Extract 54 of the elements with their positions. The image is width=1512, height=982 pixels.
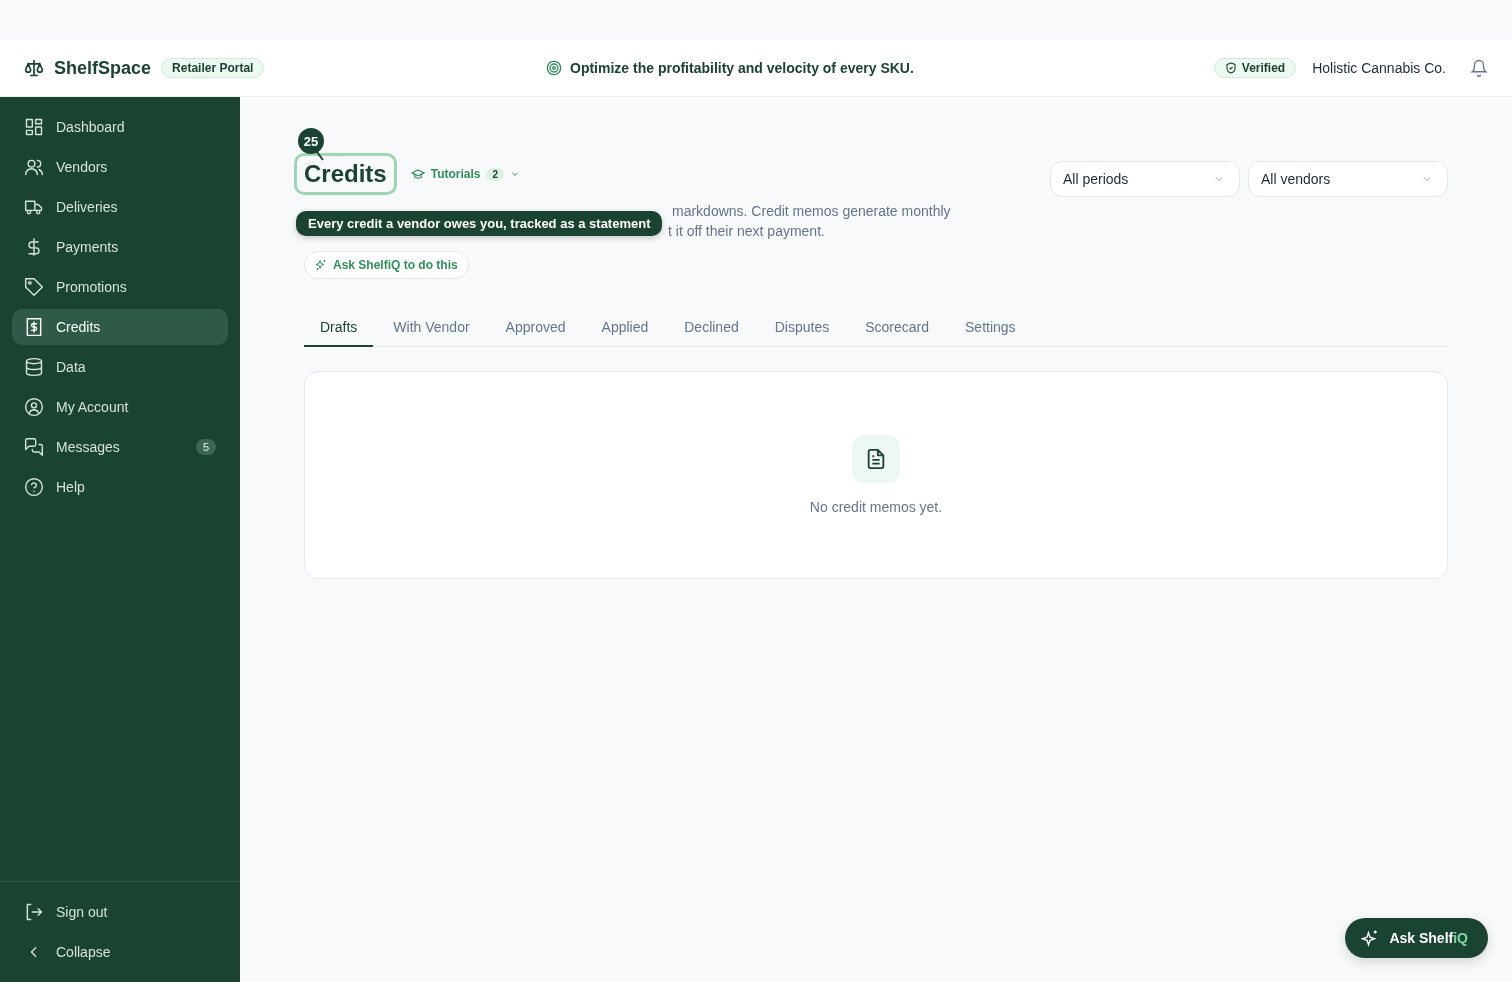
sidebar-item[interactable]: Data xyxy=(12,349,228,385)
sidebar-item[interactable]: Vendors xyxy=(12,149,228,185)
sidebar-item[interactable]: Sign out xyxy=(12,894,228,930)
shield-check-icon xyxy=(1224,62,1237,74)
tab[interactable]: Scorecard xyxy=(849,309,945,347)
grid-icon xyxy=(24,117,44,137)
sparkle-icon xyxy=(1361,929,1380,947)
chat-icon xyxy=(24,437,44,457)
tab[interactable]: Approved xyxy=(489,309,582,347)
sidebar-item[interactable]: Deliveries xyxy=(12,189,228,225)
bell-icon[interactable] xyxy=(1470,59,1488,77)
document-icon xyxy=(852,435,900,483)
portal-badge: Retailer Portal xyxy=(161,58,265,78)
sidebar-item[interactable]: Dashboard xyxy=(12,109,228,145)
sparkle-icon xyxy=(315,259,327,271)
tooltip: Every credit a vendor owes you, tracked as a statement xyxy=(296,211,663,236)
filter-dropdown[interactable]: All vendors xyxy=(1248,161,1448,197)
tab[interactable]: Declined xyxy=(668,309,755,347)
dollar-receipt-icon xyxy=(24,317,44,337)
users-icon xyxy=(24,157,44,177)
page-title: Credits xyxy=(294,153,397,195)
graduation-cap-icon xyxy=(410,167,425,181)
tab[interactable]: Disputes xyxy=(758,309,846,347)
sign-out-icon xyxy=(24,902,44,922)
help-icon xyxy=(24,477,44,497)
company-name[interactable]: Holistic Cannabis Co. xyxy=(1312,60,1446,76)
tab[interactable]: Settings xyxy=(949,309,1032,347)
sidebar-item[interactable]: Help xyxy=(12,469,228,505)
sidebar-item[interactable]: Promotions xyxy=(12,269,228,305)
brand-name[interactable]: ShelfSpace xyxy=(54,57,152,79)
scale-icon xyxy=(24,58,44,78)
verified-label: Verified xyxy=(1241,61,1286,75)
sidebar-item[interactable]: Credits xyxy=(12,309,228,345)
target-icon xyxy=(546,60,562,76)
tutorials-button[interactable]: Tutorials 2 xyxy=(410,167,521,181)
unread-count: 5 xyxy=(195,439,216,455)
tab[interactable]: Applied xyxy=(585,309,665,347)
ask-ai-button[interactable]: Ask ShelfiQ to do this xyxy=(304,251,469,279)
sidebar-item[interactable]: Collapse xyxy=(12,934,228,970)
database-icon xyxy=(24,357,44,377)
tab[interactable]: Drafts xyxy=(304,309,374,347)
tag-icon xyxy=(24,277,44,297)
filter-dropdown[interactable]: All periods xyxy=(1050,161,1240,197)
sidebar-item[interactable]: My Account xyxy=(12,389,228,425)
tagline: Optimize the profitability and velocity of every SKU. xyxy=(570,60,914,76)
sidebar-item[interactable]: Messages 5 xyxy=(12,429,228,465)
description-text: t it off their next payment. xyxy=(668,222,825,241)
truck-icon xyxy=(24,197,44,217)
sidebar-item[interactable]: Payments xyxy=(12,229,228,265)
step-badge: 25 xyxy=(298,128,324,154)
description-text: markdowns. Credit memos generate monthly xyxy=(672,202,951,221)
empty-message: No credit memos yet. xyxy=(809,499,943,515)
ask-assistant-button[interactable]: Ask ShelfiQ xyxy=(1345,918,1488,958)
tab[interactable]: With Vendor xyxy=(377,309,486,347)
